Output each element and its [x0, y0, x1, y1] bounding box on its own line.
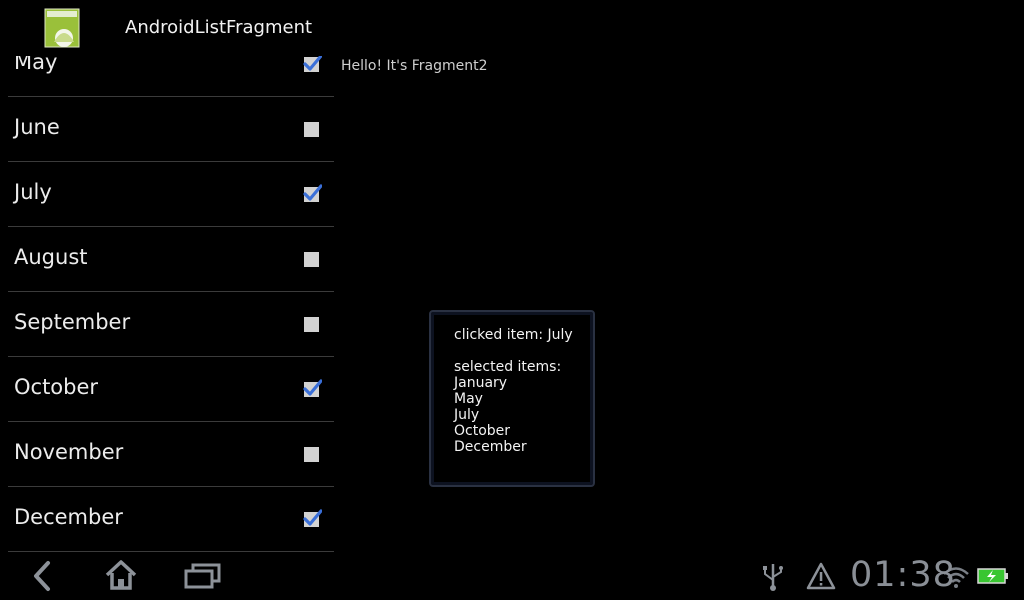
list-item[interactable]: October: [8, 357, 334, 422]
status-clock: 01:38: [850, 555, 956, 595]
list-item-label: June: [14, 115, 60, 139]
back-icon[interactable]: [28, 560, 56, 592]
checkbox-unchecked[interactable]: [302, 119, 322, 139]
app-title: AndroidListFragment: [125, 17, 313, 38]
android-app-icon[interactable]: [44, 8, 80, 48]
home-icon[interactable]: [104, 558, 138, 592]
list-item[interactable]: June: [8, 97, 334, 162]
list-item[interactable]: December: [8, 487, 334, 552]
list-item-label: November: [14, 440, 124, 464]
checkbox-checked[interactable]: [302, 379, 322, 399]
list-item[interactable]: September: [8, 292, 334, 357]
month-list[interactable]: May June July August September October Novembe…: [8, 32, 334, 552]
checkbox-checked[interactable]: [302, 54, 322, 74]
warning-icon: [806, 562, 836, 590]
checkbox-unchecked[interactable]: [302, 444, 322, 464]
list-item[interactable]: August: [8, 227, 334, 292]
toast-popup: clicked item: July selected items: Janua…: [429, 310, 595, 487]
toast-selected-header: selected items:: [454, 359, 562, 375]
list-item-label: July: [14, 180, 52, 204]
checkbox-unchecked[interactable]: [302, 249, 322, 269]
toast-selected-3: October: [454, 423, 511, 439]
checkbox-checked[interactable]: [302, 509, 322, 529]
usb-icon: [763, 564, 783, 591]
checkbox-checked[interactable]: [302, 184, 322, 204]
list-item-label: September: [14, 310, 131, 334]
toast-selected-4: December: [454, 439, 527, 455]
action-bar: AndroidListFragment: [0, 0, 1024, 56]
toast-clicked-item: clicked item: July: [454, 327, 573, 343]
list-item[interactable]: July: [8, 162, 334, 227]
list-item-label: December: [14, 505, 123, 529]
list-item[interactable]: November: [8, 422, 334, 487]
list-item-label: August: [14, 245, 88, 269]
fragment2-text: Hello! It's Fragment2: [341, 58, 488, 74]
recent-apps-icon[interactable]: [184, 563, 222, 589]
toast-selected-0: January: [454, 375, 508, 391]
toast-selected-1: May: [454, 391, 483, 407]
toast-selected-2: July: [454, 407, 480, 423]
checkbox-unchecked[interactable]: [302, 314, 322, 334]
battery-charging-icon: [977, 568, 1008, 584]
list-item-label: October: [14, 375, 99, 399]
